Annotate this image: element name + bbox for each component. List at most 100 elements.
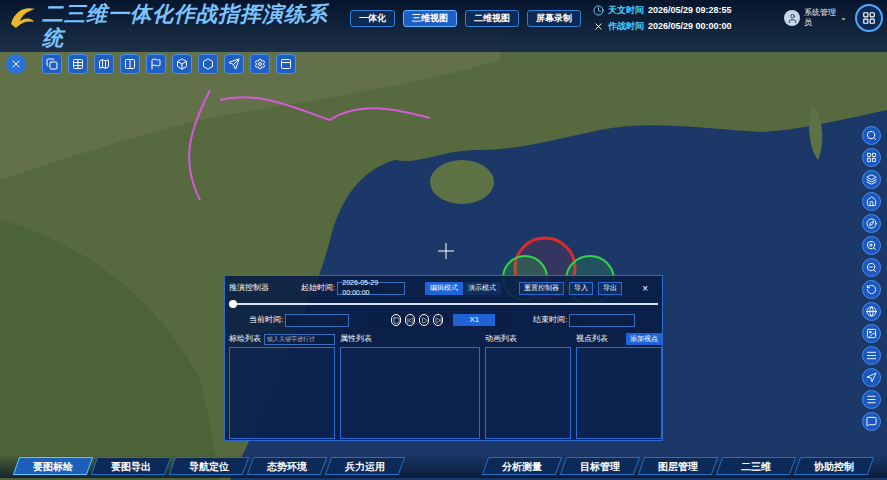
tool-button[interactable]	[250, 54, 270, 74]
side-tool-icon	[866, 372, 877, 383]
tool-button[interactable]	[120, 54, 140, 74]
side-tool-button[interactable]	[862, 126, 881, 145]
side-tool-button[interactable]	[862, 236, 881, 255]
tool-icon	[72, 58, 84, 70]
mode-button[interactable]: 演示模式	[463, 282, 501, 295]
playback-button[interactable]	[419, 314, 429, 326]
side-tool-button[interactable]	[862, 192, 881, 211]
side-tool-button[interactable]	[862, 412, 881, 431]
playback-icon	[435, 317, 442, 324]
bottom-nav-button[interactable]: 兵力运用	[325, 457, 406, 475]
search-input[interactable]: 输入关键字进行过	[264, 334, 335, 345]
playback-button[interactable]	[433, 314, 443, 326]
side-tool-icon	[866, 350, 877, 361]
tool-button[interactable]	[198, 54, 218, 74]
tool-icon	[176, 58, 188, 70]
bottom-nav-button[interactable]: 目标管理	[560, 457, 641, 475]
close-tool-button[interactable]	[6, 54, 26, 74]
side-tool-button[interactable]	[862, 368, 881, 387]
bottom-nav-group: 分析测量目标管理图层管理二三维协助控制	[485, 457, 871, 475]
controller-buttons: 重置控制器导入导出	[519, 282, 622, 295]
clock-value: 2026/05/29 09:28:55	[648, 4, 732, 18]
current-field[interactable]	[285, 314, 349, 327]
tool-icon	[254, 58, 266, 70]
bottom-nav-button[interactable]: 图层管理	[638, 457, 719, 475]
tool-button[interactable]	[42, 54, 62, 74]
app-root: 二三维一体化作战指挥演练系统一体化三维视图二维视图屏幕录制天文时间2026/05…	[0, 0, 887, 480]
tool-icon	[150, 58, 162, 70]
controller-window[interactable]: 推演控制器起始时间:2026-05-29 00:00:00编辑模式演示模式重置控…	[224, 275, 663, 441]
controller-header: 推演控制器起始时间:2026-05-29 00:00:00编辑模式演示模式重置控…	[229, 278, 658, 298]
chevron-icon: ⌄	[840, 12, 847, 24]
start-field[interactable]: 2026-05-29 00:00:00	[337, 282, 405, 295]
bottom-nav-button[interactable]: 要图导出	[91, 457, 172, 475]
bottom-nav-button[interactable]: 导航定位	[169, 457, 250, 475]
tool-icon	[46, 58, 58, 70]
list-panels: 标绘列表输入关键字进行过属性列表动画列表视点列表添加视点	[229, 332, 658, 439]
list-panel-header: 标绘列表输入关键字进行过	[229, 332, 335, 346]
side-tool-button[interactable]	[862, 324, 881, 343]
list-panel-title: 视点列表	[576, 333, 608, 345]
tool-button[interactable]	[224, 54, 244, 74]
side-tool-button[interactable]	[862, 170, 881, 189]
app-menu-button[interactable]	[855, 4, 883, 32]
side-tool-button[interactable]	[862, 258, 881, 277]
close-button[interactable]: ×	[642, 281, 648, 296]
side-tool-icon	[866, 130, 877, 141]
controller-button[interactable]: 导出	[598, 282, 622, 295]
tool-icon	[98, 58, 110, 70]
list-panel-header: 动画列表	[485, 332, 571, 346]
tool-button[interactable]	[94, 54, 114, 74]
tool-button[interactable]	[276, 54, 296, 74]
bottom-nav-button[interactable]: 协助控制	[794, 457, 875, 475]
side-tool-icon	[866, 240, 877, 251]
add-viewpoint-button[interactable]: 添加视点	[626, 333, 662, 345]
side-tool-button[interactable]	[862, 390, 881, 409]
user-box[interactable]: 系统管理员⌄	[784, 8, 847, 28]
side-tool-button[interactable]	[862, 214, 881, 233]
top-nav-button[interactable]: 二维视图	[465, 10, 519, 27]
progress-knob[interactable]	[229, 300, 237, 308]
list-panel: 视点列表 添加视点	[576, 332, 662, 439]
playback-button[interactable]	[391, 314, 401, 326]
side-tool-button[interactable]	[862, 302, 881, 321]
bottom-nav-button[interactable]: 二三维	[716, 457, 797, 475]
toolbar	[0, 54, 887, 74]
app-title: 二三维一体化作战指挥演练系统	[42, 2, 342, 50]
side-tool-button[interactable]	[862, 148, 881, 167]
grid-icon	[862, 11, 876, 25]
list-panel-header: 视点列表 添加视点	[576, 332, 662, 346]
side-tool-icon	[866, 306, 877, 317]
tool-button[interactable]	[172, 54, 192, 74]
clock-value: 2026/05/29 00:00:00	[648, 20, 732, 34]
playback-icon	[407, 317, 414, 324]
side-tool-button[interactable]	[862, 346, 881, 365]
cross-icon	[593, 21, 604, 32]
side-tool-button[interactable]	[862, 280, 881, 299]
tool-button[interactable]	[68, 54, 88, 74]
playback-button[interactable]	[405, 314, 415, 326]
end-label: 结束时间:	[533, 314, 567, 326]
progress-slider[interactable]	[229, 300, 658, 308]
current-label: 当前时间:	[249, 314, 283, 326]
bottom-nav-button[interactable]: 分析测量	[482, 457, 563, 475]
top-nav-button[interactable]: 三维视图	[403, 10, 457, 27]
clock-row: 天文时间2026/05/29 09:28:55	[593, 4, 732, 18]
logo-icon	[8, 4, 38, 30]
top-nav-button[interactable]: 屏幕录制	[527, 10, 581, 27]
mode-button[interactable]: 编辑模式	[425, 282, 463, 295]
list-panel-title: 动画列表	[485, 333, 517, 345]
top-nav-button[interactable]: 一体化	[350, 10, 395, 27]
side-tool-icon	[866, 196, 877, 207]
bottom-nav-button[interactable]: 态势环境	[247, 457, 328, 475]
tool-button[interactable]	[146, 54, 166, 74]
list-panel: 属性列表	[340, 332, 480, 439]
side-tool-icon	[866, 174, 877, 185]
end-field[interactable]	[569, 314, 635, 327]
side-tool-icon	[866, 328, 877, 339]
controller-button[interactable]: 重置控制器	[519, 282, 564, 295]
speed-button[interactable]: X1	[453, 314, 495, 326]
controller-button[interactable]: 导入	[569, 282, 593, 295]
bottom-nav-button[interactable]: 要图标绘	[13, 457, 94, 475]
list-panel: 动画列表	[485, 332, 571, 439]
